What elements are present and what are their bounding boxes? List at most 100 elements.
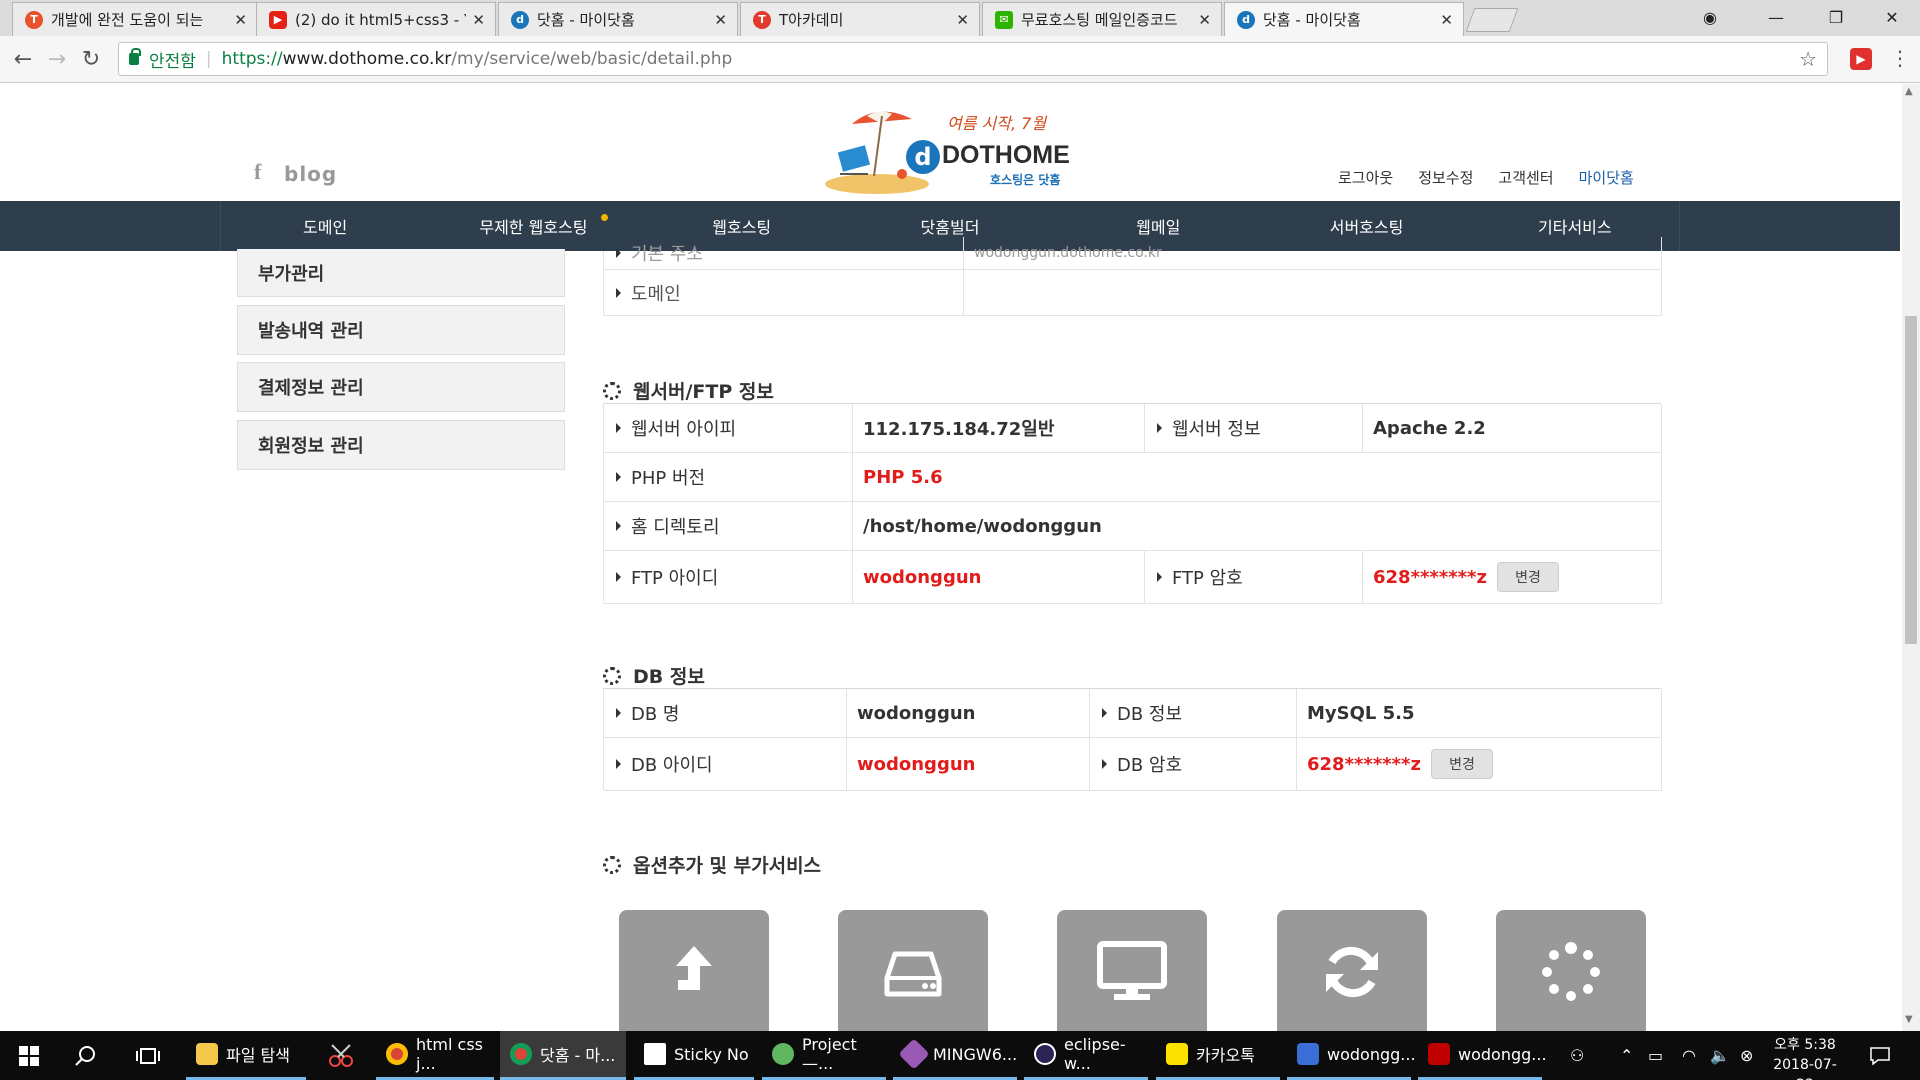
url-scheme: https:// [221, 49, 283, 69]
back-button[interactable]: ← [8, 44, 38, 74]
close-icon[interactable]: ✕ [956, 11, 969, 29]
sticky-notes-icon [644, 1043, 666, 1065]
webserver-info-value: Apache 2.2 [1363, 404, 1662, 453]
domain-value [964, 270, 1662, 316]
sidebar-item-member[interactable]: 회원정보 관리 [237, 420, 565, 470]
putty-icon [1297, 1043, 1319, 1065]
change-ftp-password-button[interactable]: 변경 [1496, 562, 1559, 592]
chrome-icon [386, 1043, 408, 1065]
tab-favicon-icon: T [25, 10, 43, 29]
taskbar-app-chrome-2[interactable]: 닷홈 - 마... [500, 1031, 626, 1080]
page-scrollbar[interactable]: ▲ ▼ [1902, 84, 1920, 1031]
option-monitor[interactable] [1057, 910, 1207, 1034]
taskbar-clock[interactable]: 오후 5:38 2018-07-23 [1765, 1035, 1845, 1080]
close-icon[interactable]: ✕ [234, 11, 247, 29]
bullet-icon [1157, 572, 1162, 582]
loading-dots-icon [603, 381, 621, 400]
lock-icon [129, 48, 141, 65]
close-icon[interactable]: ✕ [1440, 11, 1453, 29]
secure-indicator[interactable]: 안전함 [129, 47, 196, 72]
logo-brand: DOTHOME [942, 141, 1070, 169]
taskbar-app-putty[interactable]: wodongg... [1287, 1031, 1416, 1080]
scroll-up-icon[interactable]: ▲ [1905, 86, 1913, 97]
snipping-tool-icon[interactable] [326, 1031, 356, 1080]
edit-info-link[interactable]: 정보수정 [1418, 167, 1473, 188]
taskbar-app-filezilla[interactable]: wodongg... [1418, 1031, 1547, 1080]
new-tab-button[interactable] [1465, 8, 1519, 32]
option-storage[interactable] [838, 910, 988, 1034]
people-icon[interactable]: ⚇ [1570, 1031, 1584, 1080]
option-refresh[interactable] [1277, 910, 1427, 1034]
facebook-icon[interactable]: f [254, 159, 261, 185]
sidebar-item-send-history[interactable]: 발송내역 관리 [237, 305, 565, 355]
battery-icon[interactable]: ▭ [1648, 1031, 1663, 1080]
logout-link[interactable]: 로그아웃 [1338, 167, 1393, 188]
option-upload[interactable] [619, 910, 769, 1034]
bullet-icon [616, 423, 621, 433]
webftp-table: 웹서버 아이피 112.175.184.72일반 웹서버 정보 Apache 2… [603, 403, 1662, 604]
bullet-icon [1102, 708, 1107, 718]
taskbar-app-kakaotalk[interactable]: 카카오톡 [1156, 1031, 1280, 1080]
my-dothome-link[interactable]: 마이닷홈 [1579, 167, 1634, 188]
maximize-button[interactable]: ❐ [1806, 0, 1866, 34]
extension-icon[interactable]: ▶ [1850, 48, 1872, 70]
search-icon[interactable] [74, 1031, 96, 1080]
atom-icon [772, 1043, 794, 1065]
tab-title: T아카데미 [779, 11, 844, 29]
taskbar-app-atom[interactable]: Project —... [762, 1031, 886, 1080]
filezilla-icon [1428, 1043, 1450, 1065]
ime-icon[interactable]: ⊗ [1740, 1031, 1753, 1080]
blog-link[interactable]: blog [284, 162, 337, 186]
bullet-icon [1102, 759, 1107, 769]
bookmark-star-icon[interactable]: ☆ [1799, 47, 1817, 71]
logo-slogan: 여름 시작, 7월 [947, 114, 1047, 133]
sidebar-item-payment[interactable]: 결제정보 관리 [237, 362, 565, 412]
address-bar[interactable]: 안전함 | https://www.dothome.co.kr/my/servi… [118, 42, 1828, 76]
browser-tab[interactable]: ✉ 무료호스팅 메일인증코드 ✕ [982, 2, 1222, 36]
tab-title: 개발에 완전 도움이 되는 [51, 11, 204, 29]
table-label: DB 정보 [1090, 689, 1297, 738]
bullet-icon [616, 472, 621, 482]
profile-icon[interactable]: ◉ [1690, 0, 1730, 34]
browser-tab[interactable]: T T아카데미 ✕ [740, 2, 980, 36]
tab-title: 닷홈 - 마이닷홈 [1263, 11, 1361, 29]
browser-tab-active[interactable]: d 닷홈 - 마이닷홈 ✕ [1224, 2, 1464, 36]
db-id-value: wodonggun [847, 738, 1090, 791]
dothome-logo[interactable]: 여름 시작, 7월 d DOTHOME 호스팅은 닷홈 [822, 104, 1072, 196]
ftp-password-cell: 628*******z 변경 [1363, 551, 1662, 604]
forward-button[interactable]: → [42, 44, 72, 74]
notifications-icon[interactable] [1870, 1031, 1890, 1080]
volume-icon[interactable]: 🔈 [1710, 1031, 1730, 1080]
change-db-password-button[interactable]: 변경 [1430, 749, 1493, 779]
close-icon[interactable]: ✕ [472, 11, 485, 29]
taskbar-app-file-explorer[interactable]: 파일 탐색 [186, 1031, 306, 1080]
sidebar-item-addon[interactable]: 부가관리 [237, 249, 565, 297]
scrollbar-thumb[interactable] [1905, 316, 1917, 644]
customer-center-link[interactable]: 고객센터 [1498, 167, 1553, 188]
scroll-down-icon[interactable]: ▼ [1905, 1014, 1913, 1025]
close-window-button[interactable]: ✕ [1862, 0, 1920, 34]
table-label: 기본 주소 [604, 237, 964, 270]
minimize-button[interactable]: — [1746, 0, 1806, 34]
close-icon[interactable]: ✕ [714, 11, 727, 29]
browser-menu-icon[interactable]: ⋮ [1890, 46, 1910, 70]
taskbar-app-eclipse[interactable]: eclipse-w... [1024, 1031, 1148, 1080]
eclipse-icon [1034, 1043, 1056, 1065]
taskbar-app-chrome-1[interactable]: html css j... [376, 1031, 494, 1080]
task-view-icon[interactable] [136, 1031, 160, 1080]
table-label: PHP 버전 [604, 453, 853, 502]
browser-tab[interactable]: T 개발에 완전 도움이 되는 ✕ [12, 2, 258, 36]
taskbar-app-mingw[interactable]: MINGW6... [893, 1031, 1017, 1080]
nav-item-domain[interactable]: 도메인 [221, 201, 429, 251]
taskbar-app-sticky-notes[interactable]: Sticky No [634, 1031, 754, 1080]
wifi-icon[interactable]: ◠ [1682, 1031, 1696, 1080]
close-icon[interactable]: ✕ [1198, 11, 1211, 29]
start-button[interactable] [0, 1031, 58, 1080]
browser-tab[interactable]: ▶ (2) do it html5+css3 - Yo ✕ [256, 2, 496, 36]
option-more[interactable] [1496, 910, 1646, 1034]
reload-button[interactable]: ↻ [76, 44, 106, 74]
chevron-up-icon[interactable]: ⌃ [1620, 1031, 1633, 1080]
browser-tab[interactable]: d 닷홈 - 마이닷홈 ✕ [498, 2, 738, 36]
bullet-icon [1157, 423, 1162, 433]
bullet-icon [616, 248, 621, 258]
